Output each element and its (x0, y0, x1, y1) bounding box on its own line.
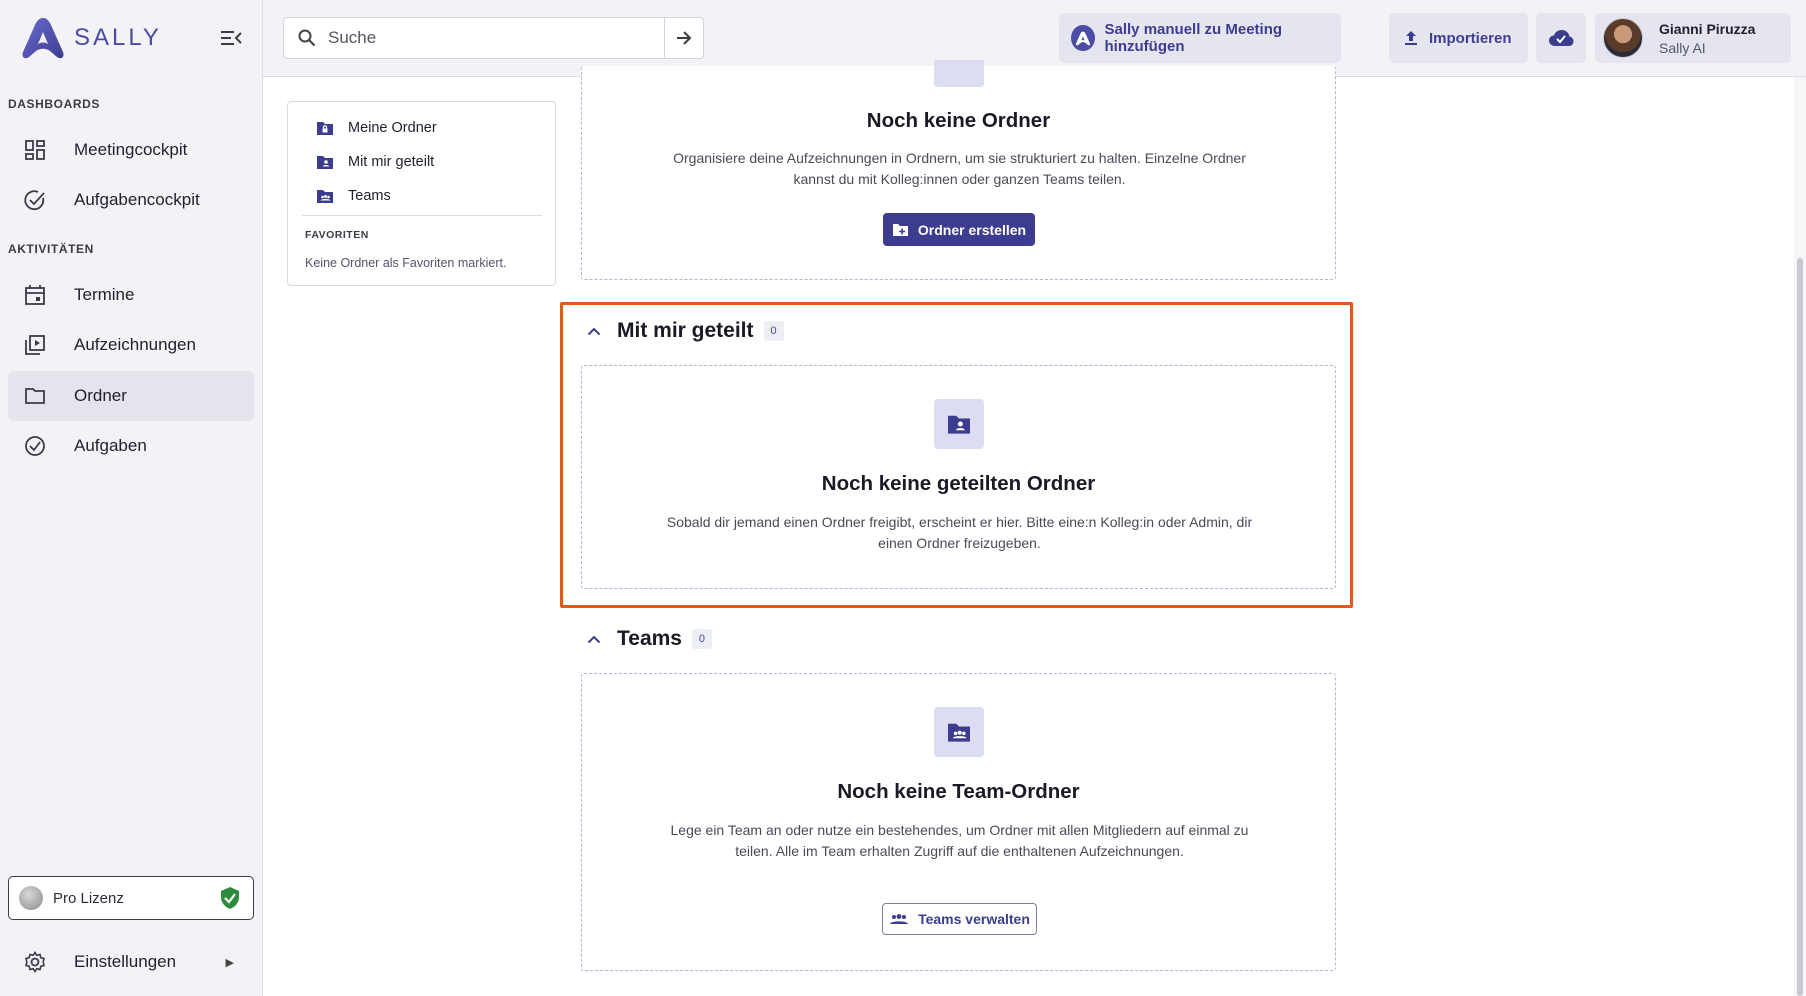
sally-logo[interactable]: SALLY (20, 16, 162, 60)
sidebar-item-aufgabencockpit[interactable]: Aufgabencockpit (8, 175, 254, 225)
avatar (1603, 18, 1643, 58)
sidebar-item-aufzeichnungen[interactable]: Aufzeichnungen (8, 320, 254, 370)
sidebar-item-label: Aufzeichnungen (74, 335, 196, 354)
favorites-heading: FAVORITEN (305, 229, 369, 241)
team-folder-icon-tile (934, 707, 984, 757)
gear-icon (22, 949, 48, 975)
dashboard-grid-icon (22, 137, 48, 163)
collapse-section-button[interactable] (582, 319, 606, 343)
search-field[interactable] (283, 17, 665, 59)
folder-nav-label: Meine Ordner (348, 120, 437, 136)
license-label: Pro Lizenz (53, 889, 124, 907)
empty-state-title: Noch keine Ordner (866, 109, 1051, 132)
folder-nav-item-teams[interactable]: Teams (316, 184, 391, 208)
team-folders-empty-state: Noch keine Team-Ordner Lege ein Team an … (581, 673, 1336, 971)
calendar-icon (22, 282, 48, 308)
create-folder-button[interactable]: Ordner erstellen (883, 213, 1035, 246)
collapse-section-button[interactable] (582, 627, 606, 651)
sidebar-item-label: Meetingcockpit (74, 140, 188, 159)
recordings-play-icon (22, 332, 48, 358)
user-name: Gianni Piruzza (1659, 20, 1756, 37)
folder-nav-item-my-folders[interactable]: Meine Ordner (316, 116, 437, 140)
empty-state-description: Lege ein Team an oder nutze ein bestehen… (670, 822, 1249, 859)
team-people-icon (890, 914, 909, 924)
collapse-sidebar-button[interactable] (218, 26, 246, 50)
scrollbar-thumb[interactable] (1797, 258, 1803, 996)
create-folder-label: Ordner erstellen (917, 221, 1027, 238)
shared-folder-icon-tile (934, 399, 984, 449)
create-folder-icon (892, 223, 908, 236)
section-title: Teams (617, 627, 682, 650)
manage-teams-label: Teams verwalten (918, 911, 1030, 927)
sidebar-item-label: Termine (74, 285, 135, 304)
sidebar-item-label: Aufgabencockpit (74, 190, 200, 209)
import-label: Importieren (1429, 29, 1512, 47)
sally-logo-icon (22, 18, 64, 59)
chevron-up-icon (587, 635, 601, 643)
favorites-empty-text: Keine Ordner als Favoriten markiert. (305, 256, 507, 270)
section-label-activities: AKTIVITÄTEN (8, 242, 94, 256)
folder-nav-panel: Meine Ordner Mit mir geteilt Teams FAVOR… (287, 101, 556, 286)
user-info: Gianni Piruzza Sally AI (1659, 21, 1755, 56)
chevron-right-icon: ▶ (225, 956, 234, 969)
user-role: Sally AI (1659, 39, 1706, 56)
cloud-check-icon (1549, 30, 1574, 46)
folder-nav-item-shared[interactable]: Mit mir geteilt (316, 150, 434, 174)
shared-folder-icon (317, 156, 333, 169)
logo-text: SALLY (74, 24, 162, 51)
section-title: Mit mir geteilt (617, 319, 754, 342)
section-header-teams: Teams 0 (582, 624, 712, 654)
add-sally-to-meeting-button[interactable]: Sally manuell zu Meeting hinzufügen (1059, 13, 1341, 63)
settings-button[interactable]: Einstellungen ▶ (8, 938, 254, 986)
folder-icon (22, 383, 48, 409)
menu-collapse-icon (221, 31, 242, 45)
section-header-shared: Mit mir geteilt 0 (582, 316, 784, 346)
sidebar-item-termine[interactable]: Termine (8, 270, 254, 320)
sidebar-item-label: Aufgaben (74, 436, 147, 455)
upload-icon (1403, 29, 1419, 47)
sidebar-item-label: Ordner (74, 386, 127, 405)
sidebar: SALLY DASHBOARDS Meetingcockpit Aufgaben… (0, 0, 263, 996)
sally-logo-icon (1071, 25, 1095, 51)
shield-check-icon (221, 887, 239, 909)
import-button[interactable]: Importieren (1389, 13, 1528, 63)
settings-label: Einstellungen (74, 952, 177, 971)
arrow-right-icon (677, 31, 692, 45)
team-folder-icon (317, 190, 333, 203)
manage-teams-button[interactable]: Teams verwalten (882, 903, 1037, 935)
folder-nav-label: Mit mir geteilt (348, 154, 435, 170)
add-sally-to-meeting-label: Sally manuell zu Meeting hinzufügen (1104, 21, 1283, 55)
locked-folder-icon (317, 122, 333, 135)
license-badge[interactable]: Pro Lizenz (8, 876, 254, 920)
empty-state-description: Organisiere deine Aufzeichnungen in Ordn… (673, 150, 1246, 187)
empty-state-description: Sobald dir jemand einen Ordner freigibt,… (666, 514, 1253, 551)
user-menu[interactable]: Gianni Piruzza Sally AI (1595, 13, 1791, 63)
folder-nav-label: Teams (348, 188, 391, 204)
team-folder-icon (948, 723, 970, 742)
sidebar-item-aufgaben[interactable]: Aufgaben (8, 421, 254, 471)
sidebar-item-ordner[interactable]: Ordner (8, 371, 254, 421)
folder-icon-tile (934, 60, 984, 87)
check-circle-icon (22, 433, 48, 459)
check-circle-icon (22, 187, 48, 213)
shared-folders-empty-state: Noch keine geteilten Ordner Sobald dir j… (581, 365, 1336, 589)
search-input[interactable] (328, 28, 628, 48)
divider (302, 215, 542, 216)
count-badge: 0 (691, 629, 712, 649)
search-icon (298, 29, 316, 47)
section-label-dashboards: DASHBOARDS (8, 97, 101, 111)
empty-state-title: Noch keine Team-Ordner (837, 780, 1080, 803)
shared-folder-icon (948, 415, 970, 434)
my-folders-empty-state: Noch keine Ordner Organisiere deine Aufz… (581, 60, 1336, 280)
cloud-sync-button[interactable] (1536, 13, 1586, 63)
empty-state-title: Noch keine geteilten Ordner (821, 472, 1096, 495)
search-submit-button[interactable] (664, 17, 704, 59)
count-badge: 0 (763, 321, 784, 341)
license-avatar (19, 886, 43, 910)
sidebar-item-meetingcockpit[interactable]: Meetingcockpit (8, 125, 254, 175)
chevron-up-icon (587, 327, 601, 335)
